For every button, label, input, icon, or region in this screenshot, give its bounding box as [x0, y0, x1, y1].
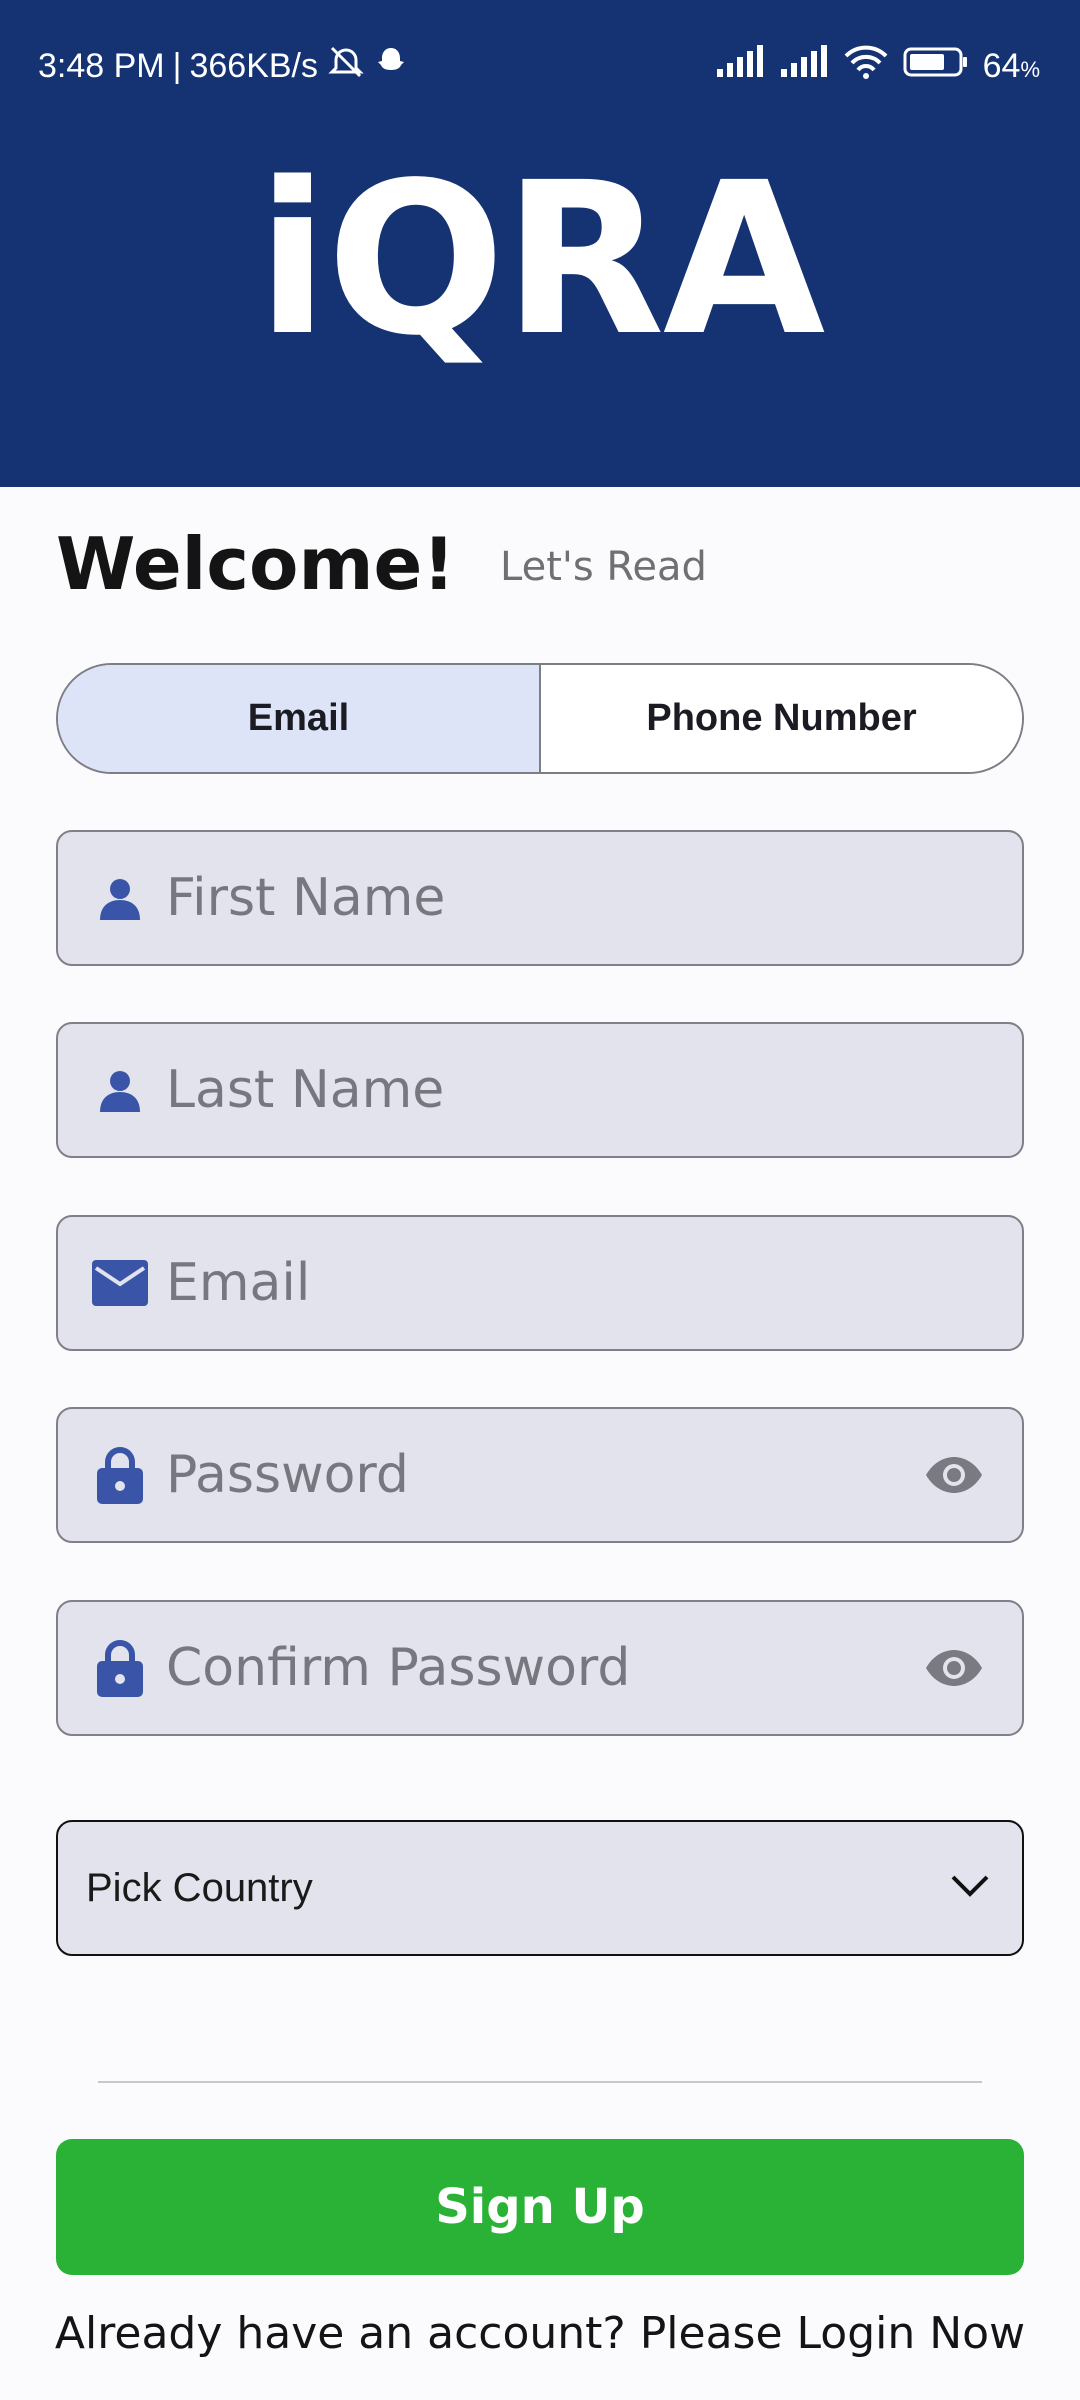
- country-select-label: Pick Country: [86, 1865, 313, 1910]
- person-icon: [90, 868, 150, 928]
- chevron-down-icon: [950, 1873, 990, 1904]
- password-input[interactable]: [166, 1445, 922, 1505]
- tab-phone-number[interactable]: Phone Number: [541, 665, 1022, 772]
- alarm-off-icon: [326, 44, 366, 89]
- signal-icon: [715, 45, 765, 88]
- mail-icon: [90, 1253, 150, 1313]
- status-net-speed: 366KB/s: [189, 47, 318, 85]
- country-select[interactable]: Pick Country: [56, 1820, 1024, 1956]
- last-name-input[interactable]: [166, 1060, 1022, 1120]
- password-field[interactable]: [56, 1407, 1024, 1543]
- status-separator: |: [172, 47, 182, 85]
- confirm-password-input[interactable]: [166, 1638, 922, 1698]
- signup-method-tabs: Email Phone Number: [56, 663, 1024, 774]
- welcome-row: Welcome! Let's Read: [56, 522, 1024, 612]
- snapchat-icon: [374, 45, 408, 88]
- tab-email[interactable]: Email: [58, 665, 541, 772]
- first-name-field[interactable]: [56, 830, 1024, 966]
- divider: [98, 2081, 982, 2083]
- status-time: 3:48 PM: [38, 47, 165, 85]
- welcome-subtitle: Let's Read: [500, 544, 707, 590]
- header: 3:48 PM | 366KB/s 64% iQRA: [0, 0, 1080, 487]
- eye-icon[interactable]: [922, 1443, 986, 1507]
- last-name-field[interactable]: [56, 1022, 1024, 1158]
- sign-up-button[interactable]: Sign Up: [56, 2139, 1024, 2275]
- welcome-title: Welcome!: [56, 522, 456, 606]
- lock-icon: [90, 1445, 150, 1505]
- wifi-icon: [843, 44, 889, 89]
- battery-level: 64%: [982, 47, 1040, 85]
- app-logo: iQRA: [256, 137, 826, 382]
- first-name-input[interactable]: [166, 868, 1022, 928]
- status-left: 3:48 PM | 366KB/s: [38, 44, 408, 89]
- login-link[interactable]: Already have an account? Please Login No…: [0, 2308, 1080, 2359]
- eye-icon[interactable]: [922, 1636, 986, 1700]
- status-bar: 3:48 PM | 366KB/s 64%: [0, 0, 1080, 130]
- status-right: 64%: [715, 44, 1040, 89]
- battery-icon: [903, 46, 969, 87]
- signal-icon: [779, 45, 829, 88]
- lock-icon: [90, 1638, 150, 1698]
- email-input[interactable]: [166, 1253, 1022, 1313]
- confirm-password-field[interactable]: [56, 1600, 1024, 1736]
- person-icon: [90, 1060, 150, 1120]
- email-field[interactable]: [56, 1215, 1024, 1351]
